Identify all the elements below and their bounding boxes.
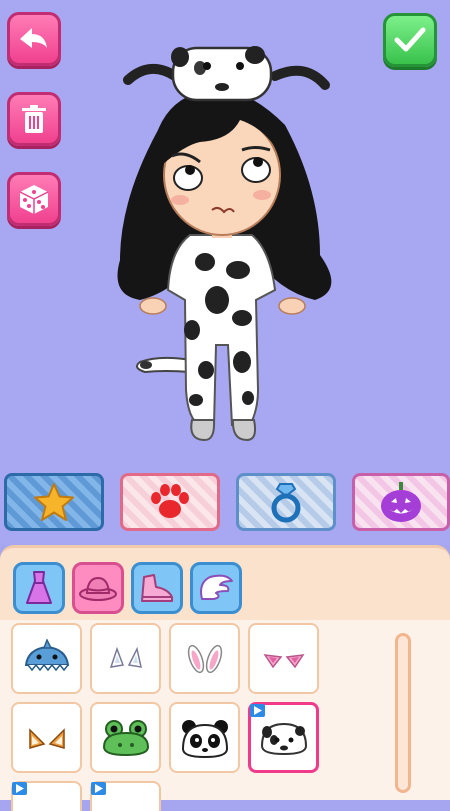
- checkmark-icon: [394, 27, 426, 52]
- star-icon: [34, 483, 74, 521]
- back-button[interactable]: [7, 12, 61, 66]
- subtab-wings[interactable]: [190, 562, 242, 614]
- item-cat-ears[interactable]: [248, 623, 319, 694]
- item-bunny-ears[interactable]: [169, 623, 240, 694]
- character-stage: [0, 0, 450, 545]
- confirm-button[interactable]: [383, 13, 437, 67]
- video-play-icon: [95, 784, 103, 793]
- shark-hat-icon: [24, 638, 69, 671]
- hat-icon: [79, 576, 117, 601]
- delete-button[interactable]: [7, 92, 61, 146]
- category-tab-star[interactable]: [4, 473, 104, 531]
- subtab-dress[interactable]: [13, 562, 65, 614]
- ad-badge: [12, 782, 27, 795]
- panda-hat-icon: [181, 719, 228, 758]
- dalmatian-hat-icon: [260, 722, 307, 755]
- item-10[interactable]: [90, 781, 161, 811]
- dress-icon: [26, 571, 52, 604]
- ring-icon: [271, 483, 301, 523]
- item-grid-scrollbar[interactable]: [395, 633, 411, 793]
- ad-badge: [91, 782, 106, 795]
- video-play-icon: [254, 706, 262, 715]
- video-play-icon: [16, 784, 24, 793]
- subtab-shoes[interactable]: [131, 562, 183, 614]
- bunny-ears-icon: [187, 644, 222, 673]
- frog-hat-icon: [102, 719, 149, 756]
- category-tab-pumpkin[interactable]: [352, 473, 450, 531]
- character-illustration: [117, 46, 332, 442]
- randomize-button[interactable]: [7, 172, 61, 226]
- item-dalmatian-hat[interactable]: [248, 702, 319, 773]
- item-panda-hat[interactable]: [169, 702, 240, 773]
- dice-icon: [19, 185, 49, 214]
- ad-badge: [250, 704, 265, 717]
- white-ears-icon: [109, 646, 142, 668]
- category-tab-ring[interactable]: [236, 473, 336, 531]
- paw-icon: [151, 484, 189, 518]
- wing-icon: [200, 574, 233, 600]
- cat-ears-icon: [262, 653, 305, 668]
- fox-ears-icon: [28, 727, 65, 749]
- item-9[interactable]: [11, 781, 82, 811]
- item-fox-ears[interactable]: [11, 702, 82, 773]
- item-shark-hat[interactable]: [11, 623, 82, 694]
- back-arrow-icon: [20, 28, 47, 48]
- category-tab-paw[interactable]: [120, 473, 220, 531]
- trash-icon: [22, 105, 46, 133]
- item-frog-hat[interactable]: [90, 702, 161, 773]
- shoe-icon: [141, 574, 173, 602]
- subtab-hat[interactable]: [72, 562, 124, 614]
- item-white-ears[interactable]: [90, 623, 161, 694]
- pumpkin-icon: [381, 482, 421, 522]
